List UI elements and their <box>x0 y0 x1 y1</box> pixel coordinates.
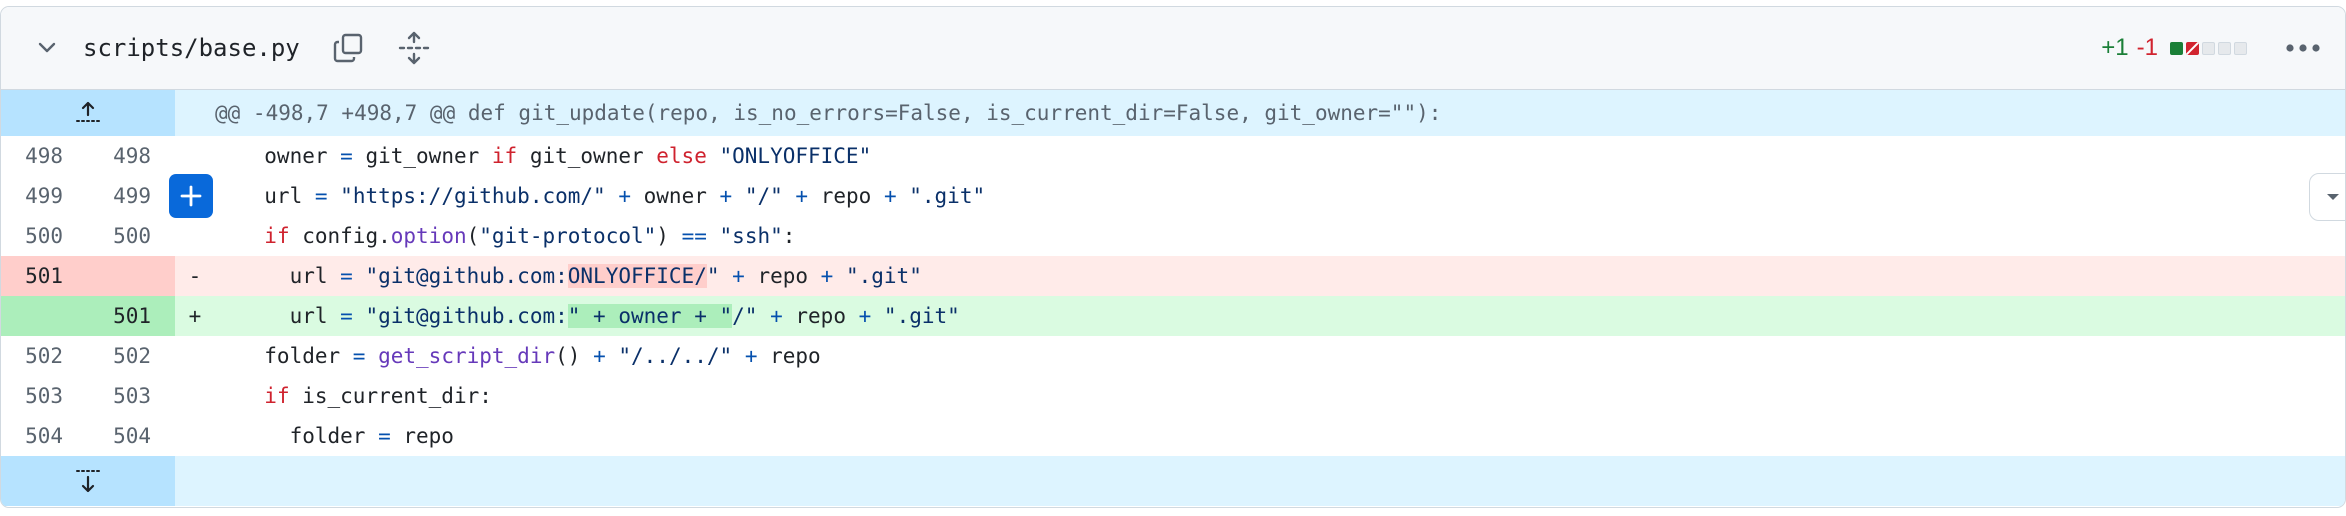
code-line: url = "https://github.com/" + owner + "/… <box>239 184 986 208</box>
diff-line: 498 498 owner = git_owner if git_owner e… <box>1 136 2345 176</box>
old-line-number[interactable]: 499 <box>25 184 63 208</box>
expand-footer <box>1 456 2345 506</box>
file-path[interactable]: scripts/base.py <box>83 34 300 62</box>
new-line-number[interactable]: 502 <box>113 344 151 368</box>
line-marker: + <box>188 304 202 328</box>
new-line-number[interactable]: 499 <box>113 184 151 208</box>
diff-file: scripts/base.py +1 -1 @@ -498,7 +498,7 @… <box>0 6 2346 508</box>
diffstat-neutral-block <box>2202 41 2215 55</box>
fold-up-icon[interactable] <box>1 90 175 136</box>
new-line-number[interactable]: 504 <box>113 424 151 448</box>
code-line: url = "git@github.com:" + owner + "/" + … <box>239 304 960 328</box>
diff-line: 502 502 folder = get_script_dir() + "/..… <box>1 336 2345 376</box>
kebab-horizontal-icon[interactable] <box>2283 28 2323 68</box>
new-line-number[interactable]: 503 <box>113 384 151 408</box>
plus-icon[interactable] <box>169 174 213 218</box>
code-line: if is_current_dir: <box>264 384 492 408</box>
diffstat-neutral-block <box>2234 41 2247 55</box>
added-line: 501 + url = "git@github.com:" + owner + … <box>1 296 2345 336</box>
diffstat-neutral-block <box>2218 41 2231 55</box>
diffstat-removed-block <box>2186 41 2199 55</box>
diff-line: 500 500 if config.option("git-protocol")… <box>1 216 2345 256</box>
diff-body: @@ -498,7 +498,7 @@ def git_update(repo,… <box>1 90 2345 506</box>
new-line-number[interactable]: 501 <box>113 304 151 328</box>
code-line: url = "git@github.com:ONLYOFFICE/" + rep… <box>239 264 922 288</box>
new-line-number[interactable]: 498 <box>113 144 151 168</box>
new-line-number[interactable]: 500 <box>113 224 151 248</box>
expand-icon[interactable] <box>390 24 438 72</box>
old-line-number[interactable]: 503 <box>25 384 63 408</box>
old-line-number[interactable]: 504 <box>25 424 63 448</box>
deleted-line: 501 - url = "git@github.com:ONLYOFFICE/"… <box>1 256 2345 296</box>
code-line: folder = get_script_dir() + "/../../" + … <box>239 344 821 368</box>
diff-line: 504 504 folder = repo <box>1 416 2345 456</box>
code-line: owner = git_owner if git_owner else "ONL… <box>239 144 872 168</box>
fold-down-icon[interactable] <box>1 456 175 506</box>
old-line-number[interactable]: 502 <box>25 344 63 368</box>
line-marker: - <box>188 264 202 288</box>
chevron-down-icon[interactable] <box>23 24 71 72</box>
code-line: folder = repo <box>239 424 454 448</box>
old-line-number[interactable]: 501 <box>25 264 63 288</box>
triangle-down-icon[interactable] <box>2309 173 2345 221</box>
code-line: if config.option("git-protocol") == "ssh… <box>264 224 796 248</box>
deletions-count: -1 <box>2136 34 2158 61</box>
diff-line: 499 499 url = "https://github.com/" + ow… <box>1 173 2345 221</box>
file-header: scripts/base.py +1 -1 <box>1 7 2345 90</box>
diffstat-added-block <box>2170 41 2183 55</box>
old-line-number[interactable]: 500 <box>25 224 63 248</box>
hunk-header: @@ -498,7 +498,7 @@ def git_update(repo,… <box>1 90 2345 136</box>
hunk-header-text: @@ -498,7 +498,7 @@ def git_update(repo,… <box>215 101 1442 125</box>
diff-line: 503 503 if is_current_dir: <box>1 376 2345 416</box>
copy-icon[interactable] <box>324 24 372 72</box>
additions-count: +1 <box>2101 34 2129 61</box>
old-line-number[interactable]: 498 <box>25 144 63 168</box>
diffstat-blocks <box>2170 41 2247 55</box>
